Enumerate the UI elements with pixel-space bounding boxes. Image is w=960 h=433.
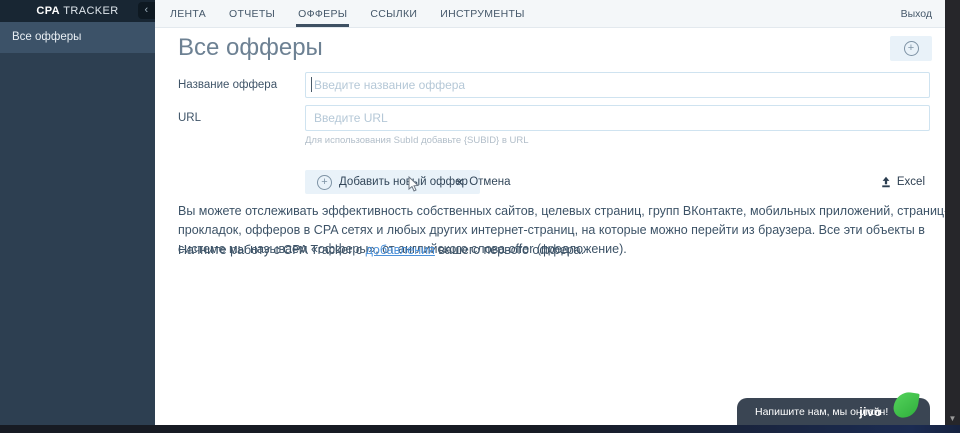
app-logo[interactable]: CPA TRACKER [36, 5, 118, 17]
sidebar-header: CPA TRACKER ‹ [0, 0, 155, 22]
cancel-label: Отмена [469, 176, 511, 188]
tab-tools[interactable]: ИНСТРУМЕНТЫ [438, 0, 527, 27]
start-before: Начните работу с CPA Tracker с [178, 243, 366, 257]
offer-name-label: Название оффера [178, 79, 278, 91]
upload-icon [882, 176, 890, 188]
sidebar-collapse-button[interactable]: ‹ [138, 2, 155, 19]
plus-glyph: + [321, 175, 328, 188]
sidebar: CPA TRACKER ‹ Все офферы [0, 0, 155, 425]
chat-widget[interactable]: Напишите нам, мы онлайн! jivo [737, 390, 930, 425]
chevron-left-icon: ‹ [144, 4, 149, 16]
page-title: Все офферы [178, 34, 323, 61]
subid-hint: Для использования SubId добавьте {SUBID}… [305, 135, 529, 146]
tab-offers[interactable]: ОФФЕРЫ [296, 0, 350, 27]
start-after: вашего первого оффера. [434, 243, 585, 257]
add-new-offer-label: Добавить новый оффер [339, 176, 468, 188]
tab-links[interactable]: ССЫЛКИ [368, 0, 419, 27]
url-input[interactable] [305, 105, 930, 131]
window-bottom-edge [0, 425, 960, 433]
add-offer-icon-button[interactable]: + [890, 36, 932, 61]
close-icon: ✕ [455, 176, 465, 189]
add-new-offer-button[interactable]: + Добавить новый оффер [305, 170, 480, 194]
logo-rest: TRACKER [59, 5, 119, 17]
cancel-button[interactable]: ✕ Отмена [455, 170, 510, 194]
main-content: Все офферы + Название оффера URL Для исп… [155, 28, 948, 425]
offer-name-input[interactable] [305, 72, 930, 98]
nav-tabs: ЛЕНТА ОТЧЕТЫ ОФФЕРЫ ССЫЛКИ ИНСТРУМЕНТЫ [155, 0, 527, 27]
url-label: URL [178, 112, 202, 124]
scroll-down-arrow-icon[interactable]: ▼ [945, 414, 960, 423]
getting-started-text: Начните работу с CPA Tracker с добавлени… [178, 243, 950, 257]
logout-button[interactable]: Выход [901, 8, 932, 20]
plus-glyph: + [907, 42, 915, 54]
plus-circle-icon: + [903, 41, 919, 56]
tab-reports[interactable]: ОТЧЕТЫ [227, 0, 277, 27]
excel-label: Excel [896, 176, 925, 188]
scrollbar-track[interactable]: ▼ [945, 0, 960, 433]
jivo-logo: jivo [859, 404, 882, 419]
tab-lenta[interactable]: ЛЕНТА [168, 0, 208, 27]
top-navigation: ЛЕНТА ОТЧЕТЫ ОФФЕРЫ ССЫЛКИ ИНСТРУМЕНТЫ В… [155, 0, 945, 28]
sidebar-item-all-offers[interactable]: Все офферы [0, 22, 155, 53]
logo-bold: CPA [36, 5, 60, 17]
excel-export-button[interactable]: Excel [880, 170, 925, 194]
text-caret [311, 77, 312, 92]
plus-circle-icon: + [317, 174, 332, 190]
add-offer-link[interactable]: добавления [366, 243, 435, 257]
